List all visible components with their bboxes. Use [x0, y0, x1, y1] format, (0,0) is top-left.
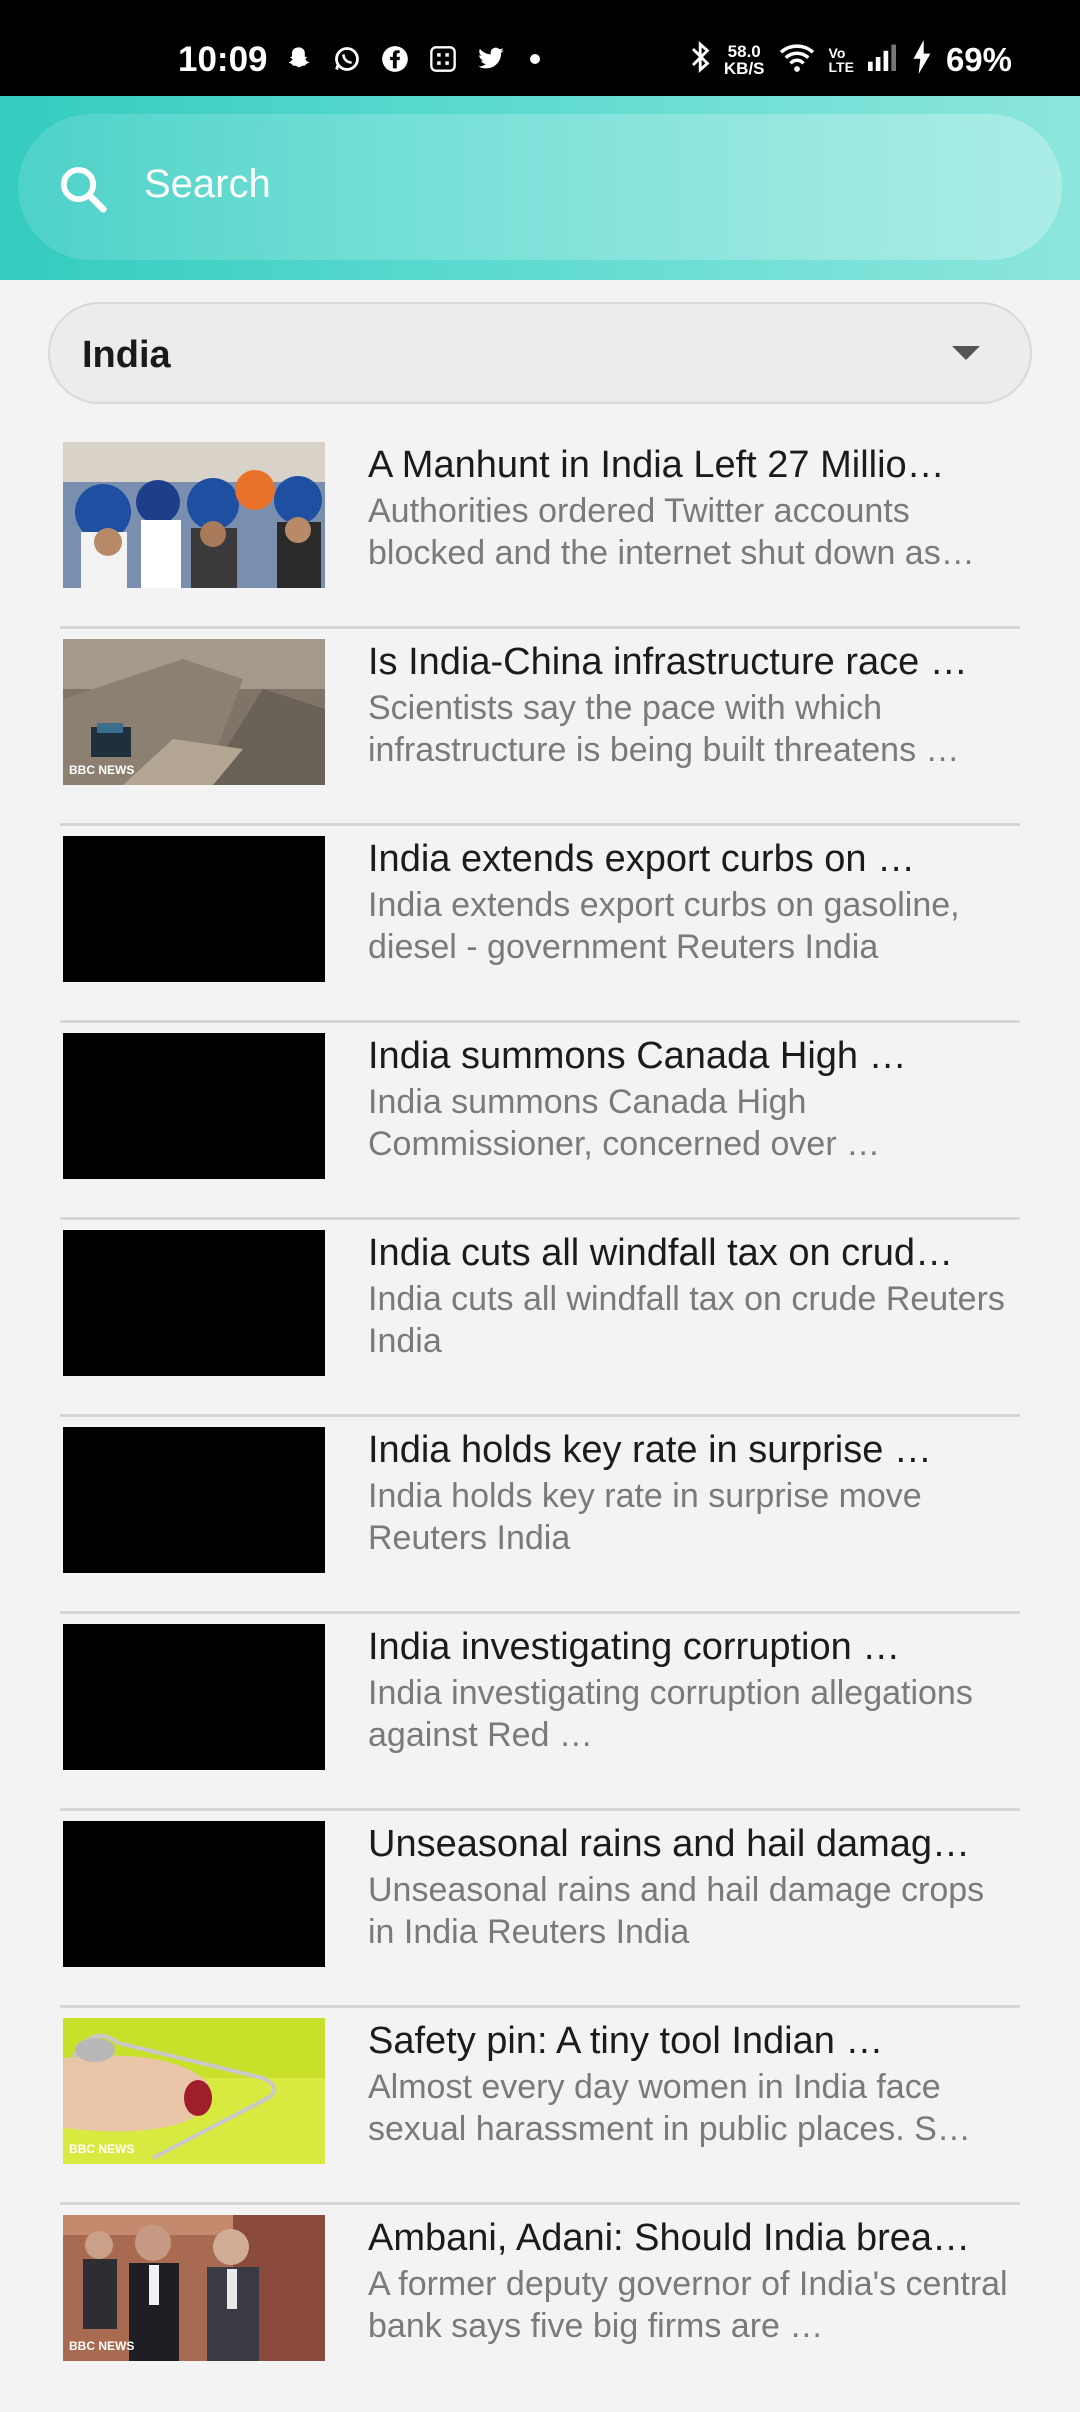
- list-item[interactable]: BBC NEWS Ambani, Adani: Should India bre…: [60, 2205, 1020, 2402]
- wifi-icon: [777, 41, 817, 78]
- volte-icon: Vo LTE: [828, 44, 854, 75]
- article-list: A Manhunt in India Left 27 Millio… Autho…: [60, 432, 1020, 2402]
- twitter-icon: [476, 44, 506, 74]
- thumbnail-badge: BBC NEWS: [69, 763, 135, 777]
- list-item[interactable]: India holds key rate in surprise … India…: [60, 1417, 1020, 1614]
- system-icons: 58.0 KB/S Vo LTE 69%: [690, 40, 1012, 79]
- notification-icons: [284, 44, 540, 74]
- status-bar: 10:09 58.0 KB/S Vo LTE 69%: [0, 0, 1080, 96]
- network-speed: 58.0 KB/S: [724, 43, 765, 77]
- article-thumbnail: BBC NEWS: [63, 2018, 325, 2164]
- signal-icon: [866, 43, 898, 76]
- more-notifications-dot: [530, 54, 540, 64]
- article-description: Scientists say the pace with which infra…: [368, 689, 960, 769]
- dropdown-selected-value: India: [82, 334, 171, 376]
- article-thumbnail: [63, 836, 325, 982]
- article-title: India holds key rate in surprise …: [368, 1429, 932, 1471]
- article-title: India summons Canada High …: [368, 1035, 907, 1077]
- article-description: India summons Canada High Commissioner, …: [368, 1083, 881, 1163]
- country-dropdown[interactable]: India: [48, 302, 1032, 404]
- article-description: India extends export curbs on gasoline, …: [368, 886, 960, 966]
- article-thumbnail: [63, 1821, 325, 1967]
- charging-icon: [910, 40, 934, 79]
- facebook-icon: [380, 44, 410, 74]
- article-title: Ambani, Adani: Should India brea…: [368, 2217, 971, 2259]
- article-description: A former deputy governor of India's cent…: [368, 2265, 1008, 2345]
- list-item[interactable]: BBC NEWS Is India-China infrastructure r…: [60, 629, 1020, 826]
- article-thumbnail: [63, 442, 325, 588]
- whatsapp-icon: [332, 44, 362, 74]
- article-thumbnail: BBC NEWS: [63, 639, 325, 785]
- app-icon: [428, 44, 458, 74]
- article-title: India extends export curbs on …: [368, 838, 916, 880]
- list-item[interactable]: Unseasonal rains and hail damag… Unseaso…: [60, 1811, 1020, 2008]
- snapchat-icon: [284, 44, 314, 74]
- article-title: Is India-China infrastructure race …: [368, 641, 968, 683]
- list-item[interactable]: India summons Canada High … India summon…: [60, 1023, 1020, 1220]
- list-item[interactable]: India extends export curbs on … India ex…: [60, 826, 1020, 1023]
- list-item[interactable]: India investigating corruption … India i…: [60, 1614, 1020, 1811]
- article-description: Almost every day women in India face sex…: [368, 2068, 971, 2148]
- chevron-down-icon: [952, 346, 980, 360]
- speed-value: 58.0: [727, 41, 761, 61]
- article-thumbnail: BBC NEWS: [63, 2215, 325, 2361]
- thumbnail-badge: BBC NEWS: [69, 2142, 135, 2156]
- article-description: India holds key rate in surprise move Re…: [368, 1477, 922, 1557]
- thumbnail-badge: BBC NEWS: [69, 2339, 135, 2353]
- list-item[interactable]: India cuts all windfall tax on crud… Ind…: [60, 1220, 1020, 1417]
- list-item[interactable]: A Manhunt in India Left 27 Millio… Autho…: [60, 432, 1020, 629]
- speed-unit: KB/S: [723, 58, 765, 78]
- status-time: 10:09: [178, 40, 268, 79]
- app-header: Search: [0, 96, 1080, 280]
- article-thumbnail: [63, 1033, 325, 1179]
- article-title: Unseasonal rains and hail damag…: [368, 1823, 971, 1865]
- battery-level: 69%: [945, 40, 1012, 78]
- article-title: A Manhunt in India Left 27 Millio…: [368, 444, 945, 486]
- article-description: Authorities ordered Twitter accounts blo…: [368, 492, 975, 572]
- list-item[interactable]: BBC NEWS Safety pin: A tiny tool Indian …: [60, 2008, 1020, 2205]
- article-thumbnail: [63, 1624, 325, 1770]
- article-title: Safety pin: A tiny tool Indian …: [368, 2020, 884, 2062]
- article-title: India cuts all windfall tax on crud…: [368, 1232, 954, 1274]
- search-icon[interactable]: [56, 162, 110, 216]
- article-thumbnail: [63, 1230, 325, 1376]
- article-description: India cuts all windfall tax on crude Reu…: [368, 1280, 1005, 1360]
- search-input[interactable]: Search: [144, 162, 271, 207]
- article-description: India investigating corruption allegatio…: [368, 1674, 973, 1754]
- bluetooth-icon: [690, 40, 712, 78]
- article-description: Unseasonal rains and hail damage crops i…: [368, 1871, 985, 1951]
- search-bar[interactable]: Search: [18, 114, 1062, 260]
- article-title: India investigating corruption …: [368, 1626, 901, 1668]
- article-thumbnail: [63, 1427, 325, 1573]
